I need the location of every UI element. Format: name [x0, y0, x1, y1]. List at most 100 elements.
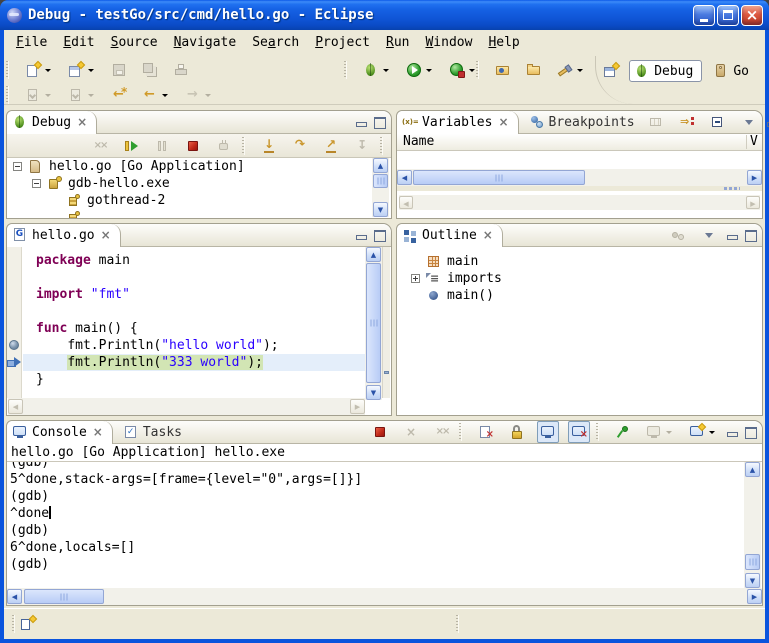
tab-hello-go[interactable]: hello.go ×: [7, 224, 121, 247]
tree-item-main[interactable]: main(): [405, 287, 762, 304]
scroll-thumb[interactable]: [413, 170, 585, 185]
scroll-up-icon[interactable]: ▲: [745, 462, 760, 477]
show-stderr-button[interactable]: [568, 421, 590, 443]
maximize-view-button[interactable]: [744, 426, 757, 438]
overview-ruler[interactable]: [382, 247, 390, 398]
annotation-marker-icon[interactable]: [384, 371, 389, 374]
maximize-button[interactable]: [717, 5, 739, 26]
dropdown-arrow-icon[interactable]: [45, 69, 51, 72]
outline-tree[interactable]: mainimportsmain(): [397, 247, 762, 415]
tree-item-imports[interactable]: imports: [405, 270, 762, 287]
clear-console-button[interactable]: [475, 421, 497, 443]
last-edit-location-button[interactable]: [108, 84, 130, 106]
code-line-1[interactable]: package main: [23, 252, 365, 269]
code-line-4[interactable]: [23, 303, 365, 320]
column-divider[interactable]: [746, 135, 747, 149]
dropdown-arrow-icon[interactable]: [709, 431, 715, 434]
scroll-thumb[interactable]: [745, 554, 760, 570]
menu-source[interactable]: Source: [103, 30, 166, 56]
scroll-lock-button[interactable]: [506, 421, 528, 443]
maximize-view-button[interactable]: [373, 116, 386, 128]
console-vscrollbar[interactable]: ▲ ▼: [744, 462, 761, 588]
dropdown-arrow-icon[interactable]: [469, 69, 475, 72]
scroll-thumb[interactable]: [366, 263, 381, 383]
close-tab-icon[interactable]: ×: [101, 229, 111, 241]
open-console-button[interactable]: [686, 421, 720, 443]
scroll-left-icon[interactable]: ◀: [7, 589, 22, 604]
minimize-view-button[interactable]: [726, 229, 739, 241]
maximize-view-button[interactable]: [373, 229, 386, 241]
close-tab-icon[interactable]: ×: [77, 116, 87, 128]
perspective-debug[interactable]: Debug: [629, 60, 702, 82]
menu-help[interactable]: Help: [480, 30, 527, 56]
column-name[interactable]: Name: [403, 134, 434, 150]
close-tab-icon[interactable]: ×: [498, 116, 508, 128]
open-resource-button[interactable]: [523, 59, 545, 81]
tab-console[interactable]: Console ×: [7, 421, 113, 444]
tree-item-partial[interactable]: [7, 209, 372, 218]
scroll-thumb[interactable]: [373, 174, 388, 188]
scroll-thumb[interactable]: [24, 589, 104, 604]
tree-item-hello.go[interactable]: hello.go [Go Application]: [7, 158, 372, 175]
tree-item-main[interactable]: main: [405, 253, 762, 270]
scroll-down-icon[interactable]: ▼: [745, 573, 760, 588]
close-button[interactable]: ×: [741, 5, 763, 26]
editor-vscrollbar[interactable]: ▲ ▼: [365, 247, 382, 400]
debug-tree[interactable]: hello.go [Go Application]gdb-hello.exego…: [7, 158, 372, 218]
code-line-8[interactable]: }: [23, 371, 365, 388]
show-stdout-button[interactable]: [537, 421, 559, 443]
menu-search[interactable]: Search: [244, 30, 307, 56]
tab-debug[interactable]: Debug ×: [7, 111, 97, 134]
menu-window[interactable]: Window: [417, 30, 480, 56]
minimize-view-button[interactable]: [355, 229, 368, 241]
new-project-button[interactable]: [65, 59, 99, 81]
tab-breakpoints[interactable]: Breakpoints: [519, 111, 645, 134]
pin-console-button[interactable]: [612, 421, 634, 443]
dropdown-arrow-icon[interactable]: [383, 69, 389, 72]
collapse-icon[interactable]: [13, 162, 22, 171]
scroll-down-icon[interactable]: ▼: [366, 385, 381, 400]
run-button[interactable]: [403, 59, 437, 81]
variables-table-body[interactable]: [397, 151, 762, 169]
menu-file[interactable]: File: [8, 30, 55, 56]
tree-item-gdb-hello.exe[interactable]: gdb-hello.exe: [7, 175, 372, 192]
collapse-all-button[interactable]: [707, 111, 729, 133]
close-tab-icon[interactable]: ×: [483, 229, 493, 241]
step-return-button[interactable]: [320, 135, 342, 157]
code-line-5[interactable]: func main() {: [23, 320, 365, 337]
perspective-go[interactable]: Go: [709, 61, 757, 81]
console-terminate-button[interactable]: [369, 421, 391, 443]
minimize-view-button[interactable]: [766, 116, 769, 128]
code-line-3[interactable]: import "fmt": [23, 286, 365, 303]
open-perspective-button[interactable]: [600, 60, 622, 82]
tab-variables[interactable]: Variables ×: [397, 111, 519, 134]
outline-view-menu[interactable]: [698, 224, 720, 246]
show-logical-structure-button[interactable]: [676, 111, 698, 133]
editor-marker-bar[interactable]: [7, 247, 22, 398]
dropdown-arrow-icon[interactable]: [577, 69, 583, 72]
console-hscrollbar[interactable]: ◀ ▶: [7, 588, 762, 605]
minimize-view-button[interactable]: [726, 426, 739, 438]
back-button[interactable]: [139, 84, 173, 106]
collapse-icon[interactable]: [32, 179, 41, 188]
menu-navigate[interactable]: Navigate: [166, 30, 245, 56]
scroll-right-icon[interactable]: ▶: [747, 589, 762, 604]
code-line-7[interactable]: fmt.Println("333 world");: [23, 354, 365, 371]
debug-button[interactable]: [360, 59, 394, 81]
terminate-button[interactable]: [182, 135, 204, 157]
dropdown-arrow-icon[interactable]: [162, 94, 168, 97]
resume-button[interactable]: [120, 135, 142, 157]
tab-outline[interactable]: Outline ×: [397, 224, 503, 247]
statusbar-grip[interactable]: [456, 615, 459, 633]
variables-view-menu[interactable]: [738, 111, 760, 133]
dropdown-arrow-icon[interactable]: [88, 69, 94, 72]
tree-item-gothread-2[interactable]: gothread-2: [7, 192, 372, 209]
titlebar[interactable]: Debug - testGo/src/cmd/hello.go - Eclips…: [0, 0, 769, 30]
tab-tasks[interactable]: Tasks: [113, 421, 192, 444]
search-button[interactable]: [554, 59, 588, 81]
scroll-right-icon[interactable]: ▶: [747, 170, 762, 185]
open-element-button[interactable]: [492, 59, 514, 81]
menu-edit[interactable]: Edit: [55, 30, 102, 56]
debug-vscrollbar[interactable]: ▲ ▼: [372, 158, 389, 217]
step-into-button[interactable]: [258, 135, 280, 157]
